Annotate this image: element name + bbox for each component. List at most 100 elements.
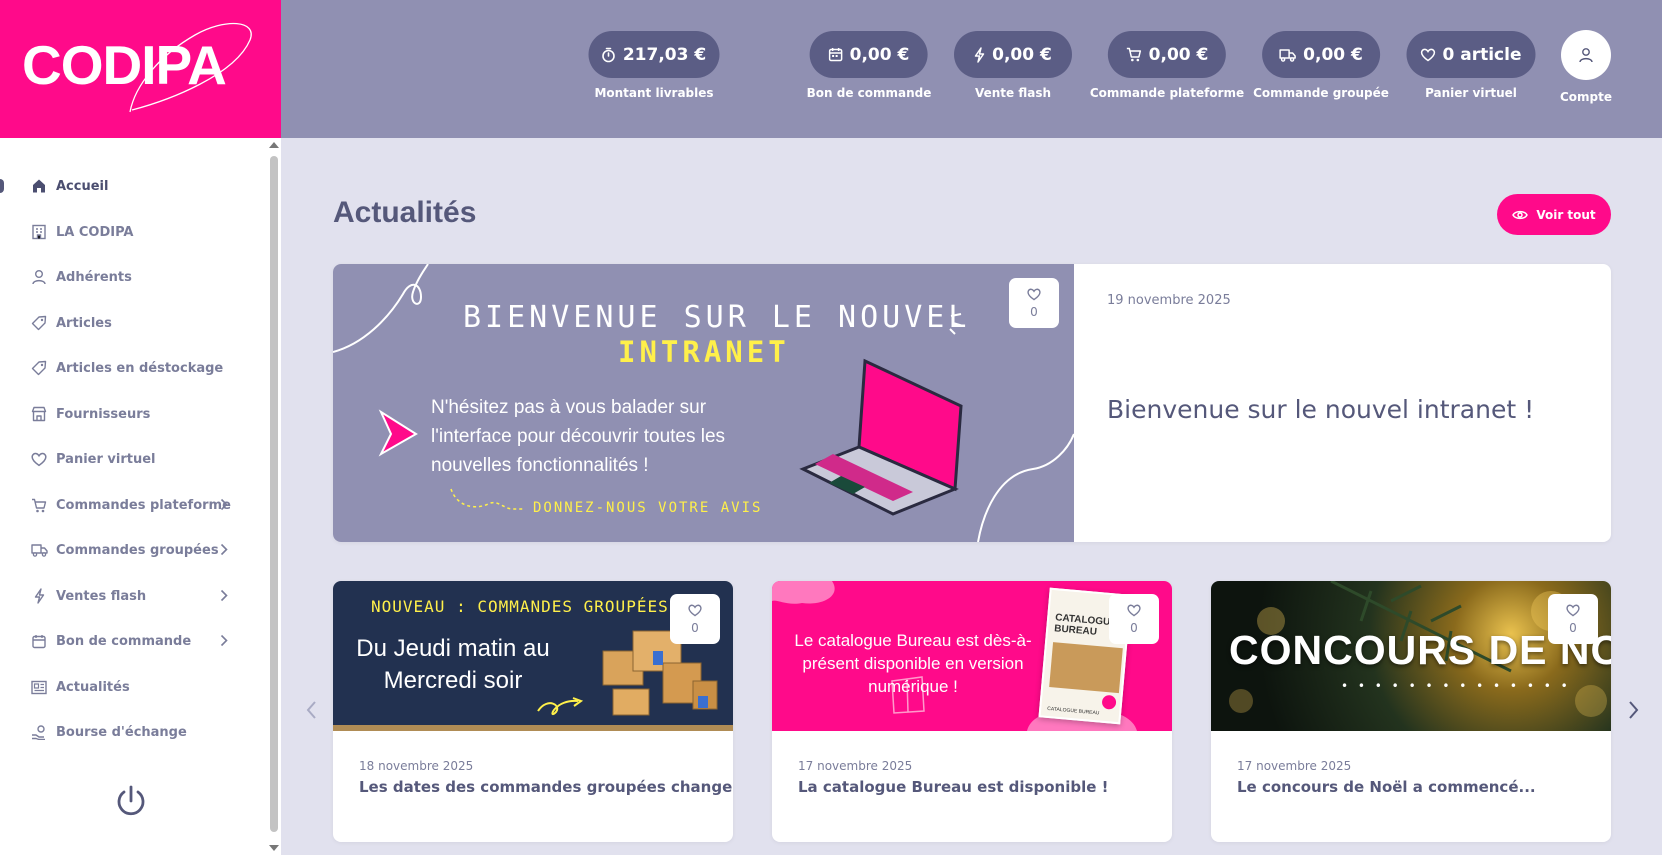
heart-icon — [1566, 604, 1580, 616]
chevron-right-icon — [220, 498, 228, 511]
card-title[interactable]: La catalogue Bureau est disponible ! — [798, 778, 1108, 796]
sidebar-item-commandes-plateforme[interactable]: Commandes plateforme — [30, 490, 240, 520]
sidebar-item-ventes-flash[interactable]: Ventes flash — [30, 581, 240, 611]
stat-bon-de-commande[interactable]: 0,00 € Bon de commande — [807, 31, 931, 100]
exchange-icon — [30, 723, 48, 741]
stat-montant-livrables[interactable]: 217,03 € Montant livrables — [588, 31, 720, 100]
card-date: 17 novembre 2025 — [798, 759, 913, 773]
sidebar-item-bon-de-commande[interactable]: Bon de commande — [30, 626, 240, 656]
stat-pill[interactable]: 217,03 € — [588, 31, 720, 78]
sidebar-item-label: Fournisseurs — [56, 406, 151, 422]
like-button[interactable]: 0 — [1548, 594, 1598, 644]
stat-pill[interactable]: 0,00 € — [809, 31, 928, 78]
sidebar-item-accueil[interactable]: Accueil — [30, 171, 240, 201]
sidebar-item-label: Commandes groupées — [56, 542, 219, 558]
scroll-thumb[interactable] — [270, 156, 278, 832]
stat-pill[interactable]: 0,00 € — [1108, 31, 1226, 78]
sidebar-item-label: Commandes plateforme — [56, 497, 231, 513]
like-button[interactable]: 0 — [1009, 278, 1059, 328]
account-avatar[interactable] — [1561, 30, 1611, 80]
user-icon — [1579, 48, 1593, 63]
stat-panier-virtuel[interactable]: 0 article Panier virtuel — [1406, 31, 1536, 100]
like-button[interactable]: 0 — [670, 594, 720, 644]
featured-image-body: N'hésitez pas à vous balader sur l'inter… — [431, 397, 726, 476]
cart-icon — [1126, 47, 1141, 62]
calendar-icon — [30, 632, 48, 650]
sidebar-item-commandes-groupees[interactable]: Commandes groupées — [30, 535, 240, 565]
sidebar-item-panier-virtuel[interactable]: Panier virtuel — [30, 444, 240, 474]
scroll-up-arrow-icon[interactable] — [269, 142, 279, 148]
sidebar-item-adherents[interactable]: Adhérents — [30, 262, 240, 292]
logo[interactable]: CODIPA — [0, 0, 281, 138]
stat-commande-plateforme[interactable]: 0,00 € Commande plateforme — [1090, 31, 1244, 100]
tag-icon — [30, 314, 48, 332]
account-button[interactable]: Compte — [1560, 30, 1612, 104]
stat-commande-groupee[interactable]: 0,00 € Commande groupée — [1253, 31, 1389, 100]
home-icon — [30, 177, 48, 195]
featured-date: 19 novembre 2025 — [1107, 293, 1231, 308]
chevron-right-icon — [220, 543, 228, 556]
stat-value: 217,03 € — [622, 44, 707, 65]
like-count: 0 — [1030, 304, 1038, 319]
lights-decoration: • • • • • • • • • • • • • • — [1341, 679, 1571, 693]
heart-icon — [1420, 48, 1436, 61]
sidebar-item-label: Articles — [56, 315, 112, 331]
stat-label: Commande groupée — [1253, 86, 1389, 100]
sidebar-item-bourse-echange[interactable]: Bourse d'échange — [30, 717, 240, 747]
sidebar-item-articles[interactable]: Articles — [30, 308, 240, 338]
stat-pill[interactable]: 0,00 € — [954, 31, 1072, 78]
sidebar-scrollbar[interactable] — [266, 138, 281, 855]
catalogue-book-footer: CATALOGUE BUREAU — [1046, 705, 1100, 717]
sidebar-item-label: Ventes flash — [56, 588, 147, 604]
heart-icon — [688, 604, 702, 616]
stat-value: 0,00 € — [849, 44, 910, 65]
stat-label: Commande plateforme — [1089, 86, 1245, 100]
sidebar-item-fournisseurs[interactable]: Fournisseurs — [30, 399, 240, 429]
news-card[interactable]: NOUVEAU : COMMANDES GROUPÉES Du Jeudi ma… — [333, 581, 733, 842]
stat-vente-flash[interactable]: 0,00 € Vente flash — [954, 31, 1072, 100]
featured-article[interactable]: BIENVENUE SUR LE NOUVEL INTRANET N'hésit… — [333, 264, 1611, 542]
logo-text: CODIPA — [22, 34, 227, 96]
eye-icon — [1512, 210, 1529, 219]
lightning-icon — [30, 587, 48, 605]
news-card[interactable]: Le catalogue Bureau est dès-à-présent di… — [772, 581, 1172, 842]
stat-pill[interactable]: 0 article — [1406, 31, 1536, 78]
store-icon — [30, 405, 48, 423]
news-card[interactable]: CONCOURS DE NOËL • • • • • • • • • • • •… — [1211, 581, 1611, 842]
stat-label: Vente flash — [974, 86, 1052, 100]
news-icon — [30, 678, 48, 696]
cart-icon — [30, 496, 48, 514]
carousel-prev-icon[interactable] — [305, 699, 319, 721]
like-count: 0 — [1569, 620, 1577, 635]
user-icon — [30, 268, 48, 286]
sidebar-item-la-codipa[interactable]: LA CODIPA — [30, 217, 240, 247]
truck-icon — [30, 541, 48, 559]
card-title[interactable]: Les dates des commandes groupées changen… — [359, 778, 733, 796]
sidebar: Accueil LA CODIPA Adhérents Articles Art… — [0, 138, 281, 855]
featured-image-cta: DONNEZ-NOUS VOTRE AVIS — [533, 500, 763, 516]
see-all-button[interactable]: Voir tout — [1497, 194, 1611, 235]
stat-label: Montant livrables — [594, 86, 714, 100]
heart-icon — [1127, 604, 1141, 616]
power-icon[interactable] — [115, 785, 147, 819]
featured-title[interactable]: Bienvenue sur le nouvel intranet ! — [1107, 395, 1534, 424]
like-button[interactable]: 0 — [1109, 594, 1159, 644]
card-title[interactable]: Le concours de Noël a commencé... — [1237, 778, 1536, 796]
sidebar-item-label: LA CODIPA — [56, 224, 134, 240]
scroll-down-arrow-icon[interactable] — [269, 845, 279, 851]
lightning-icon — [974, 46, 985, 63]
stopwatch-icon — [602, 47, 616, 62]
sidebar-item-actualites[interactable]: Actualités — [30, 672, 240, 702]
carousel-next-icon[interactable] — [1626, 699, 1640, 721]
catalogue-book-title: CATALOGUE BUREAU — [1053, 612, 1118, 638]
sidebar-item-label: Actualités — [56, 679, 130, 695]
catalogue-book-photo — [1049, 642, 1123, 694]
stat-pill[interactable]: 0,00 € — [1262, 31, 1380, 78]
laptop-illustration — [799, 358, 963, 516]
sidebar-item-articles-destockage[interactable]: Articles en déstockage — [30, 353, 240, 383]
stat-label: Panier virtuel — [1425, 86, 1517, 100]
sidebar-item-label: Bourse d'échange — [56, 724, 187, 740]
featured-image-line1: BIENVENUE SUR LE NOUVEL — [463, 300, 971, 335]
stat-value: 0,00 € — [1303, 44, 1363, 65]
heart-icon — [30, 450, 48, 468]
